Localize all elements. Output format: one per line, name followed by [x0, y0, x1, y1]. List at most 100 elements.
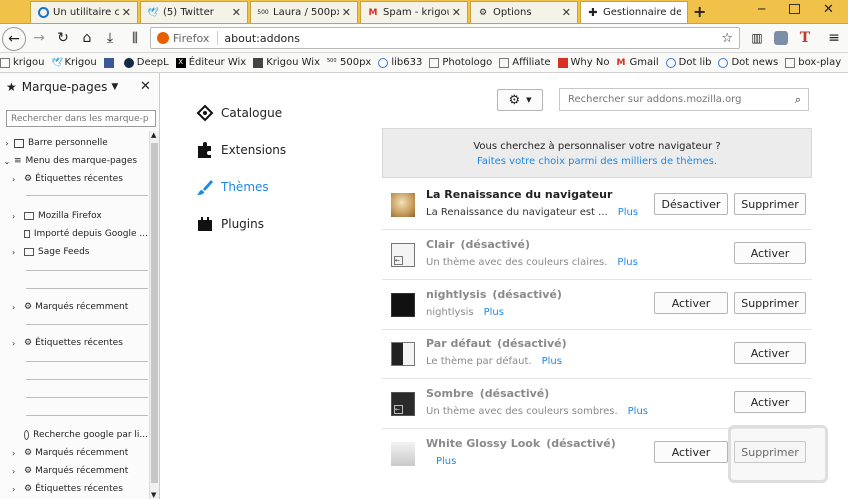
gear-icon: ⚙	[24, 484, 33, 494]
library-button[interactable]: ⫼	[124, 27, 146, 49]
bookmark-dot-lib[interactable]: Dot lib	[665, 57, 711, 68]
sidebar-scrollbar[interactable]: ▲ ▼	[149, 131, 159, 499]
disable-button[interactable]: Désactiver	[654, 193, 728, 215]
tab-options[interactable]: ⚙ Options ✕	[470, 1, 578, 23]
sidebar-item[interactable]: › Mozilla Firefox	[0, 207, 148, 225]
more-link[interactable]: Plus	[617, 257, 637, 268]
sidebar-item[interactable]: › Sage Feeds	[0, 243, 148, 261]
sidebar-item[interactable]: › ⚙ Marqués récemment	[0, 298, 148, 316]
separator	[26, 415, 148, 416]
category-plugins[interactable]: Plugins	[195, 214, 264, 234]
banner-link[interactable]: Faites votre choix parmi des milliers de…	[383, 154, 811, 169]
url-text[interactable]: about:addons	[224, 32, 300, 45]
extension-icon[interactable]	[770, 27, 792, 49]
addon-row[interactable]: ← Clair (désactivé) Un thème avec des cou…	[382, 231, 812, 280]
close-icon[interactable]: ✕	[342, 6, 351, 19]
enable-button[interactable]: Activer	[734, 342, 806, 364]
scroll-up-icon[interactable]: ▲	[151, 131, 156, 139]
url-bar[interactable]: Firefox about:addons ☆	[150, 27, 740, 49]
sidebar-item-label: Menu des marque-pages	[25, 156, 138, 166]
home-button[interactable]: ⌂	[76, 27, 98, 49]
tab-500px[interactable]: 500 Laura / 500px ✕	[250, 1, 358, 23]
tab-gmail[interactable]: M Spam - krigou ✕	[360, 1, 468, 23]
bookmark-editeur-wix[interactable]: X Éditeur Wix	[175, 57, 246, 68]
sidebar-item[interactable]: › ⚙ Marqués récemment	[0, 462, 148, 480]
bookmark-box-play[interactable]: box-play	[785, 57, 841, 68]
bookmark-dot-news[interactable]: Dot news	[718, 57, 778, 68]
sidebar-item[interactable]: › ⚙ Étiquettes récentes	[0, 334, 148, 352]
downloads-button[interactable]: ⤓	[99, 27, 121, 49]
enable-button[interactable]: Activer	[654, 292, 728, 314]
minimize-button[interactable]: ─	[758, 2, 765, 16]
bookmark-search-input[interactable]	[6, 110, 156, 127]
sidebar-header[interactable]: ★ Marque-pages ▼	[6, 80, 118, 94]
sidebar-item[interactable]: › ⚙ Étiquettes récentes	[0, 480, 148, 498]
addon-desc-text: Le thème par défaut.	[426, 356, 532, 367]
bookmark-krigou-wix[interactable]: Krigou Wix	[253, 57, 320, 68]
tools-menu-button[interactable]: ⚙ ▼	[497, 89, 543, 111]
more-link[interactable]: Plus	[618, 207, 638, 218]
brush-icon	[195, 177, 215, 197]
new-tab-button[interactable]: +	[693, 2, 706, 21]
close-icon[interactable]: ✕	[122, 6, 131, 19]
bookmark-affiliate[interactable]: Affiliate	[499, 57, 551, 68]
enable-button[interactable]: Activer	[734, 391, 806, 413]
tab-addons[interactable]: ✚ Gestionnaire de	[580, 1, 688, 23]
category-themes[interactable]: Thèmes	[195, 177, 269, 197]
addons-search-input[interactable]	[560, 94, 795, 105]
enable-button[interactable]: Activer	[654, 441, 728, 463]
close-window-button[interactable]: ✕	[823, 2, 834, 17]
more-link[interactable]: Plus	[542, 356, 562, 367]
sidebar-item[interactable]: › ⚙ Étiquettes récentes	[0, 170, 148, 188]
sidebar-item[interactable]: Recherche google par li...	[0, 426, 148, 444]
bookmark-lib633[interactable]: lib633	[378, 57, 422, 68]
sidebar-item[interactable]: › ⚙ Marqués récemment	[0, 444, 148, 462]
sidebar-item[interactable]: ⌄ ≡ Menu des marque-pages	[0, 152, 148, 170]
close-icon[interactable]: ✕	[232, 6, 241, 19]
bookmark-deepl[interactable]: DeepL	[123, 57, 169, 68]
category-extensions[interactable]: Extensions	[195, 140, 286, 160]
menu-icon[interactable]: ≡	[823, 27, 845, 49]
close-icon[interactable]: ✕	[562, 6, 571, 19]
forward-button[interactable]: →	[28, 27, 50, 49]
scrollbar-thumb[interactable]	[151, 143, 158, 483]
scroll-down-icon[interactable]: ▼	[151, 491, 156, 499]
bookmark-photologo[interactable]: Photologo	[429, 57, 492, 68]
maximize-button[interactable]	[789, 4, 800, 14]
bookmarks-sidebar: ★ Marque-pages ▼ ✕ ›Barre personnelle ⌄≡…	[0, 73, 160, 499]
close-sidebar-button[interactable]: ✕	[140, 79, 151, 94]
bookmark-facebook[interactable]	[103, 57, 117, 68]
bookmark-label: lib633	[391, 57, 423, 68]
addon-row[interactable]: ← Sombre (désactivé) Un thème avec des co…	[382, 380, 812, 429]
search-icon[interactable]: ⌕	[795, 93, 801, 107]
remove-button[interactable]: Supprimer	[734, 292, 806, 314]
star-icon[interactable]: ☆	[721, 31, 733, 46]
separator	[26, 379, 148, 380]
more-link[interactable]: Plus	[484, 307, 504, 318]
bookmark-gmail[interactable]: M Gmail	[616, 57, 658, 68]
addon-row[interactable]: Par défaut (désactivé) Le thème par défau…	[382, 330, 812, 379]
tab-twitter[interactable]: 🕊 (5) Twitter ✕	[140, 1, 248, 23]
remove-button[interactable]: Supprimer	[734, 193, 806, 215]
extension-t-icon[interactable]: T	[794, 27, 816, 49]
gmail-icon: M	[616, 57, 626, 68]
addons-search[interactable]: ⌕	[559, 88, 809, 111]
more-link[interactable]: Plus	[628, 406, 648, 417]
bookmark-label: krigou	[13, 57, 45, 68]
category-catalogue[interactable]: Catalogue	[195, 103, 282, 123]
sidebar-item[interactable]: › Barre personnelle	[0, 134, 148, 152]
bookmark-500px[interactable]: 500 500px	[327, 57, 371, 68]
bookmark-krigou-twitter[interactable]: 🕊 Krigou	[51, 57, 96, 68]
addon-row[interactable]: nightlysis (désactivé) nightlysis Plus Act…	[382, 281, 812, 330]
tab-utilitaire[interactable]: Un utilitaire con ✕	[30, 1, 138, 23]
bookmark-krigou-folder[interactable]: krigou	[0, 57, 44, 68]
close-icon[interactable]: ✕	[452, 6, 461, 19]
enable-button[interactable]: Activer	[734, 242, 806, 264]
bookmark-why-no[interactable]: Why No	[557, 57, 609, 68]
addon-row[interactable]: La Renaissance du navigateur La Renaissa…	[382, 181, 812, 230]
sidebar-toggle-button[interactable]: ▥	[746, 27, 768, 49]
reload-button[interactable]: ↻	[52, 27, 74, 49]
more-link[interactable]: Plus	[436, 456, 456, 467]
sidebar-item[interactable]: Importé depuis Google ...	[0, 225, 148, 243]
back-button[interactable]: ←	[2, 27, 26, 51]
